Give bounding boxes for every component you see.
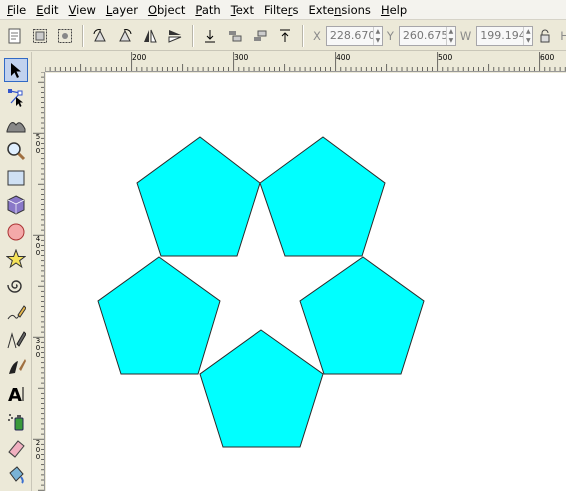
- up-arrow-icon[interactable]: ▲: [524, 27, 532, 36]
- flip-vertical-icon[interactable]: [164, 25, 186, 47]
- y-spinbox[interactable]: ▲▼: [398, 25, 456, 46]
- down-arrow-icon[interactable]: ▼: [374, 36, 382, 45]
- lock-icon[interactable]: [537, 25, 553, 47]
- raise-icon[interactable]: [249, 25, 271, 47]
- calligraphy-tool-icon[interactable]: [4, 355, 28, 379]
- horizontal-ruler-ticks: [45, 52, 566, 71]
- ruler-label: 200: [132, 53, 147, 62]
- node-tool-icon[interactable]: [4, 85, 28, 109]
- box3d-tool-icon[interactable]: [4, 193, 28, 217]
- paint-bucket-tool-icon[interactable]: [4, 463, 28, 487]
- star-tool-icon[interactable]: [4, 247, 28, 271]
- down-arrow-icon[interactable]: ▼: [524, 36, 532, 45]
- lower-icon[interactable]: [224, 25, 246, 47]
- spiral-tool-icon[interactable]: [4, 274, 28, 298]
- ruler-label: 400: [35, 235, 41, 257]
- pentagon-middle-left[interactable]: [97, 256, 221, 375]
- w-spinbox[interactable]: ▲▼: [476, 25, 534, 46]
- menu-item[interactable]: Filters: [259, 0, 304, 20]
- pentagon-middle-right[interactable]: [299, 256, 425, 375]
- x-label: X: [313, 28, 321, 43]
- x-input[interactable]: [326, 26, 373, 45]
- ruler-label: 600: [540, 53, 555, 62]
- eraser-tool-icon[interactable]: [4, 436, 28, 460]
- ruler-label: 500: [438, 53, 453, 62]
- h-label: H: [560, 29, 566, 43]
- pentagon-top-right[interactable]: [259, 136, 386, 257]
- pen-tool-icon[interactable]: [4, 328, 28, 352]
- separator: [302, 24, 303, 47]
- pentagon-top-left[interactable]: [136, 136, 261, 257]
- ruler-label: 400: [336, 53, 351, 62]
- menu-item[interactable]: File: [2, 0, 31, 20]
- drawing-svg: [97, 136, 425, 448]
- svg-text:A: A: [8, 385, 22, 404]
- x-spinbox[interactable]: ▲▼: [325, 25, 383, 46]
- tool-controls-bar: X ▲▼ Y ▲▼ W ▲▼ H: [0, 21, 566, 51]
- rotate-ccw-icon[interactable]: [89, 25, 111, 47]
- horizontal-ruler[interactable]: 200 300 400 500 600: [45, 52, 566, 72]
- ruler-label: 300: [234, 53, 249, 62]
- ruler-corner: [33, 52, 45, 72]
- spray-tool-icon[interactable]: [4, 409, 28, 433]
- menu-item[interactable]: Text: [226, 0, 259, 20]
- menu-item[interactable]: View: [64, 0, 101, 20]
- toolbox: A: [0, 52, 32, 491]
- menu-bar: File Edit View Layer Object Path Text Filters Ex…: [0, 0, 566, 20]
- drawing-canvas[interactable]: [46, 73, 566, 491]
- menu-item[interactable]: Layer: [101, 0, 143, 20]
- y-input[interactable]: [399, 26, 446, 45]
- deselect-icon[interactable]: [54, 25, 76, 47]
- menu-item[interactable]: Extensions: [303, 0, 375, 20]
- lower-to-bottom-icon[interactable]: [199, 25, 221, 47]
- ruler-label: 500: [35, 133, 41, 155]
- ruler-label: 200: [35, 439, 41, 461]
- ellipse-tool-icon[interactable]: [4, 220, 28, 244]
- separator: [82, 24, 83, 47]
- menu-item[interactable]: Path: [190, 0, 225, 20]
- zoom-tool-icon[interactable]: [4, 139, 28, 163]
- text-tool-icon[interactable]: A: [4, 382, 28, 406]
- raise-to-top-icon[interactable]: [274, 25, 296, 47]
- w-input[interactable]: [477, 26, 524, 45]
- separator: [192, 24, 193, 47]
- ruler-label: 300: [35, 337, 41, 359]
- tweak-tool-icon[interactable]: [4, 112, 28, 136]
- rotate-cw-icon[interactable]: [114, 25, 136, 47]
- pencil-tool-icon[interactable]: [4, 301, 28, 325]
- select-all-icon[interactable]: [4, 25, 26, 47]
- selector-tool-icon[interactable]: [4, 58, 28, 82]
- y-label: Y: [386, 28, 394, 43]
- up-arrow-icon[interactable]: ▲: [447, 27, 455, 36]
- rectangle-tool-icon[interactable]: [4, 166, 28, 190]
- down-arrow-icon[interactable]: ▼: [447, 36, 455, 45]
- menu-item[interactable]: Help: [376, 0, 412, 20]
- menu-item[interactable]: Object: [143, 0, 190, 20]
- select-all-layers-icon[interactable]: [29, 25, 51, 47]
- up-arrow-icon[interactable]: ▲: [374, 27, 382, 36]
- w-label: W: [459, 28, 472, 43]
- menu-item[interactable]: Edit: [31, 0, 63, 20]
- vertical-ruler[interactable]: 500 400 300 200: [33, 72, 45, 491]
- pentagon-bottom[interactable]: [199, 329, 324, 448]
- flip-horizontal-icon[interactable]: [139, 25, 161, 47]
